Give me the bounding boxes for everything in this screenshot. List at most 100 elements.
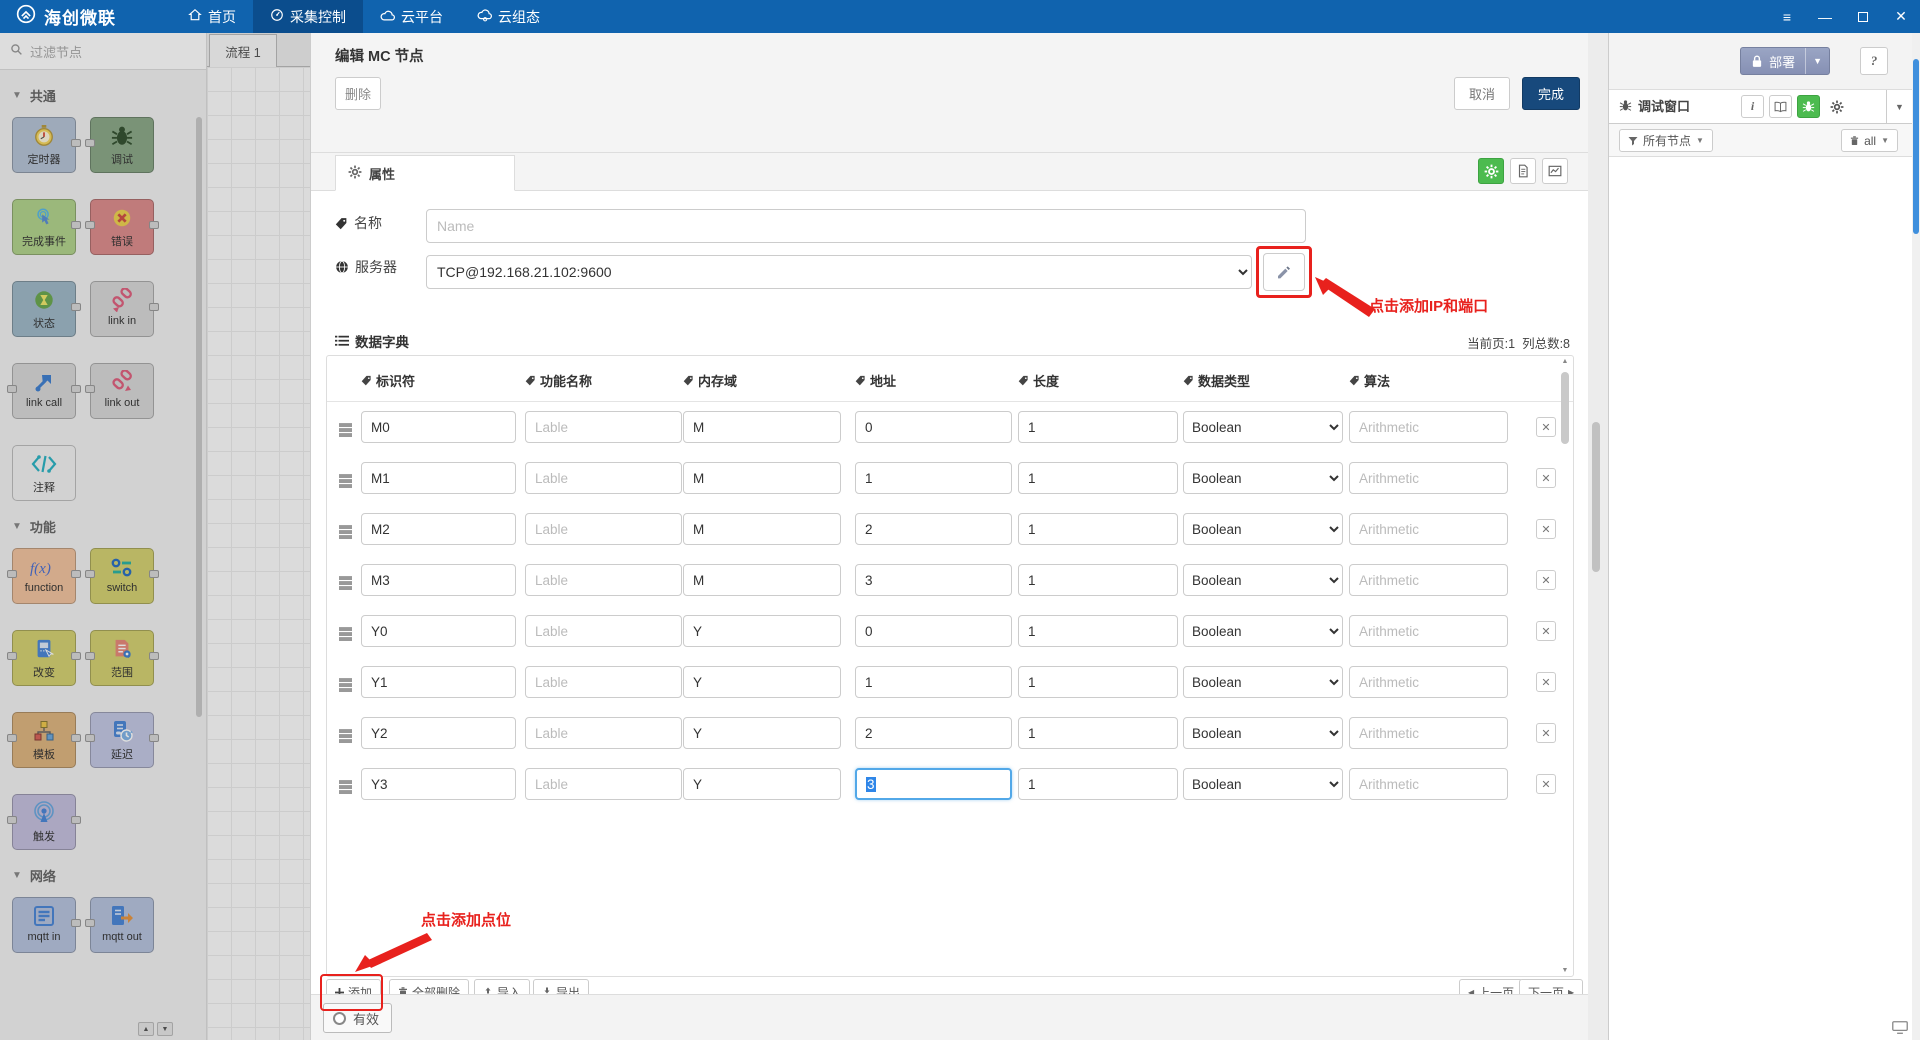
memory-domain-input[interactable] — [683, 768, 841, 800]
table-scrollbar[interactable]: ▲ ▼ — [1559, 358, 1571, 974]
node-output-port[interactable] — [71, 734, 81, 742]
palette-section-1[interactable]: ▼ 功能 — [0, 501, 206, 536]
function-name-input[interactable] — [525, 717, 682, 749]
server-select[interactable]: TCP@192.168.21.102:9600 — [426, 255, 1252, 289]
palette-node-switch[interactable]: switch — [85, 548, 159, 604]
node-output-port[interactable] — [71, 139, 81, 147]
info-button[interactable]: i — [1741, 95, 1764, 118]
algorithm-input[interactable] — [1349, 615, 1508, 647]
identifier-input[interactable] — [361, 717, 516, 749]
node-input-port[interactable] — [85, 139, 95, 147]
memory-domain-input[interactable] — [683, 717, 841, 749]
address-input[interactable] — [855, 717, 1012, 749]
scroll-up-icon[interactable]: ▲ — [1559, 358, 1571, 365]
node-input-port[interactable] — [7, 570, 17, 578]
palette-scroll-down-icon[interactable]: ▼ — [157, 1022, 173, 1036]
address-input[interactable] — [855, 666, 1012, 698]
algorithm-input[interactable] — [1349, 717, 1508, 749]
palette-section-2[interactable]: ▼ 网络 — [0, 850, 206, 885]
datatype-select[interactable]: Boolean — [1183, 666, 1343, 698]
length-input[interactable] — [1018, 615, 1178, 647]
identifier-input[interactable] — [361, 564, 516, 596]
palette-node-range[interactable]: 范围 — [85, 630, 159, 686]
node-output-port[interactable] — [149, 303, 159, 311]
function-name-input[interactable] — [525, 768, 682, 800]
memory-domain-input[interactable] — [683, 564, 841, 596]
minimize-icon[interactable]: — — [1806, 0, 1844, 33]
function-name-input[interactable] — [525, 564, 682, 596]
palette-node-mqtt-out[interactable]: mqtt out — [85, 897, 154, 953]
palette-section-0[interactable]: ▼ 共通 — [0, 70, 206, 105]
address-input[interactable] — [855, 411, 1012, 443]
length-input[interactable] — [1018, 666, 1178, 698]
node-output-port[interactable] — [71, 221, 81, 229]
close-icon[interactable]: ✕ — [1882, 0, 1920, 33]
algorithm-input[interactable] — [1349, 666, 1508, 698]
palette-scroll-up-icon[interactable]: ▲ — [138, 1022, 154, 1036]
function-name-input[interactable] — [525, 462, 682, 494]
clear-messages-button[interactable]: all ▼ — [1841, 129, 1898, 152]
window-scroll-thumb[interactable] — [1913, 59, 1919, 234]
delete-row-button[interactable]: ✕ — [1536, 672, 1556, 692]
filter-nodes-button[interactable]: 所有节点 ▼ — [1619, 129, 1713, 152]
delete-row-button[interactable]: ✕ — [1536, 417, 1556, 437]
palette-node-template[interactable]: 模板 — [7, 712, 81, 768]
node-input-port[interactable] — [85, 919, 95, 927]
memory-domain-input[interactable] — [683, 615, 841, 647]
node-input-port[interactable] — [85, 221, 95, 229]
palette-node-trigger[interactable]: 触发 — [7, 794, 81, 850]
node-output-port[interactable] — [149, 570, 159, 578]
length-input[interactable] — [1018, 513, 1178, 545]
cancel-button[interactable]: 取消 — [1454, 77, 1510, 110]
node-input-port[interactable] — [85, 734, 95, 742]
docs-button[interactable] — [1769, 95, 1792, 118]
palette-node-function[interactable]: f(x) function — [7, 548, 81, 604]
deploy-button[interactable]: 部署 ▼ — [1740, 47, 1830, 75]
window-scrollbar[interactable] — [1912, 33, 1920, 1040]
flow-tab[interactable]: 流程 1 — [209, 34, 277, 67]
algorithm-input[interactable] — [1349, 564, 1508, 596]
length-input[interactable] — [1018, 768, 1178, 800]
address-input[interactable] — [855, 462, 1012, 494]
palette-node-link-call[interactable]: link call — [7, 363, 81, 419]
palette-node-catch-error[interactable]: 错误 — [85, 199, 159, 255]
address-input[interactable] — [855, 513, 1012, 545]
flow-canvas[interactable]: 流程 1 — [207, 33, 310, 1040]
sidebar-menu-caret-icon[interactable]: ▼ — [1886, 90, 1912, 124]
node-input-port[interactable] — [7, 652, 17, 660]
delete-row-button[interactable]: ✕ — [1536, 468, 1556, 488]
done-button[interactable]: 完成 — [1522, 77, 1580, 110]
function-name-input[interactable] — [525, 615, 682, 647]
function-name-input[interactable] — [525, 513, 682, 545]
debug-messages-button[interactable] — [1797, 95, 1820, 118]
delete-row-button[interactable]: ✕ — [1536, 723, 1556, 743]
description-button[interactable] — [1510, 158, 1536, 184]
edit-server-button[interactable] — [1263, 253, 1305, 291]
memory-domain-input[interactable] — [683, 462, 841, 494]
length-input[interactable] — [1018, 462, 1178, 494]
palette-node-complete[interactable]: 完成事件 — [12, 199, 81, 255]
length-input[interactable] — [1018, 564, 1178, 596]
node-output-port[interactable] — [149, 221, 159, 229]
delete-row-button[interactable]: ✕ — [1536, 621, 1556, 641]
node-input-port[interactable] — [85, 570, 95, 578]
address-input[interactable]: 3 — [855, 768, 1012, 800]
palette-search-input[interactable]: 过滤节点 — [0, 33, 206, 70]
palette-node-mqtt-in[interactable]: mqtt in — [12, 897, 81, 953]
palette-node-timer[interactable]: 定时器 — [12, 117, 81, 173]
palette-node-delay[interactable]: 延迟 — [85, 712, 159, 768]
algorithm-input[interactable] — [1349, 513, 1508, 545]
datatype-select[interactable]: Boolean — [1183, 615, 1343, 647]
drag-handle-icon[interactable]: ▬ ▬ ▬ — [339, 671, 353, 694]
node-output-port[interactable] — [71, 303, 81, 311]
identifier-input[interactable] — [361, 411, 516, 443]
nav-item-3[interactable]: 云组态 — [460, 0, 557, 33]
name-input[interactable] — [426, 209, 1306, 243]
memory-domain-input[interactable] — [683, 411, 841, 443]
datatype-select[interactable]: Boolean — [1183, 564, 1343, 596]
table-scroll-thumb[interactable] — [1561, 372, 1569, 444]
identifier-input[interactable] — [361, 768, 516, 800]
node-input-port[interactable] — [7, 385, 17, 393]
length-input[interactable] — [1018, 411, 1178, 443]
drag-handle-icon[interactable]: ▬ ▬ ▬ — [339, 722, 353, 745]
